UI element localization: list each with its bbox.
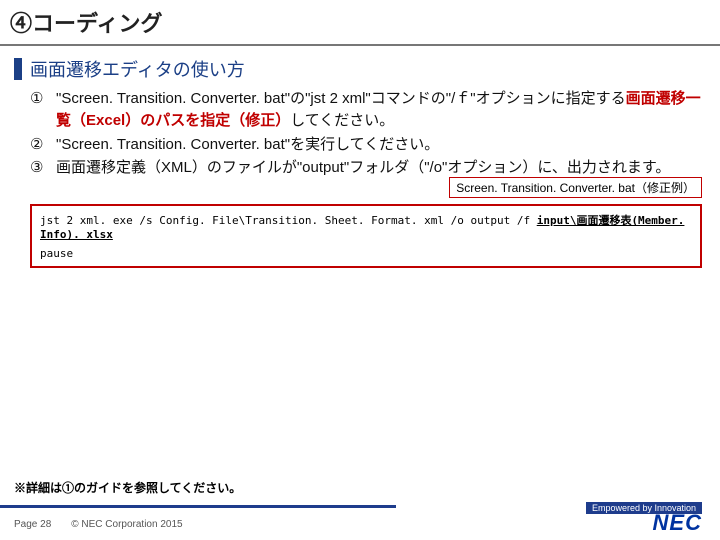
subtitle-bar-icon xyxy=(14,58,22,80)
item-pre: "Screen. Transition. Converter. bat"の"js… xyxy=(56,90,626,107)
list-text: 画面遷移定義（XML）のファイルが"output"フォルダ（"/o"オプション）… xyxy=(56,157,702,179)
copyright: © NEC Corporation 2015 xyxy=(71,519,182,530)
title-divider xyxy=(0,44,720,46)
page-number: Page 28 xyxy=(14,519,51,530)
item-post: してください。 xyxy=(290,112,394,129)
code-example-box: jst 2 xml. exe /s Config. File\Transitio… xyxy=(30,204,702,268)
note-text: ※詳細は①のガイドを参照してください。 xyxy=(14,479,241,496)
code-line-1: jst 2 xml. exe /s Config. File\Transitio… xyxy=(40,212,692,241)
list-text: "Screen. Transition. Converter. bat"を実行し… xyxy=(56,134,702,156)
code-pre: jst 2 xml. exe /s Config. File\Transitio… xyxy=(40,214,537,227)
list-text: "Screen. Transition. Converter. bat"の"js… xyxy=(56,88,702,132)
list-item: ② "Screen. Transition. Converter. bat"を実… xyxy=(30,134,702,156)
list-item: ③ 画面遷移定義（XML）のファイルが"output"フォルダ（"/o"オプショ… xyxy=(30,157,702,179)
bat-file-label: Screen. Transition. Converter. bat（修正例） xyxy=(449,177,702,198)
bat-label-row: Screen. Transition. Converter. bat（修正例） xyxy=(0,177,720,198)
list-number: ③ xyxy=(30,157,56,179)
list-number: ② xyxy=(30,134,56,156)
list-item: ① "Screen. Transition. Converter. bat"の"… xyxy=(30,88,702,132)
code-line-2: pause xyxy=(40,247,692,260)
nec-logo: NEC xyxy=(653,510,702,536)
subtitle-text: 画面遷移エディタの使い方 xyxy=(30,56,245,82)
body-content: ① "Screen. Transition. Converter. bat"の"… xyxy=(0,88,720,179)
slide-title: ④コーディング xyxy=(0,0,720,42)
list-number: ① xyxy=(30,88,56,132)
subtitle-row: 画面遷移エディタの使い方 xyxy=(0,56,720,88)
